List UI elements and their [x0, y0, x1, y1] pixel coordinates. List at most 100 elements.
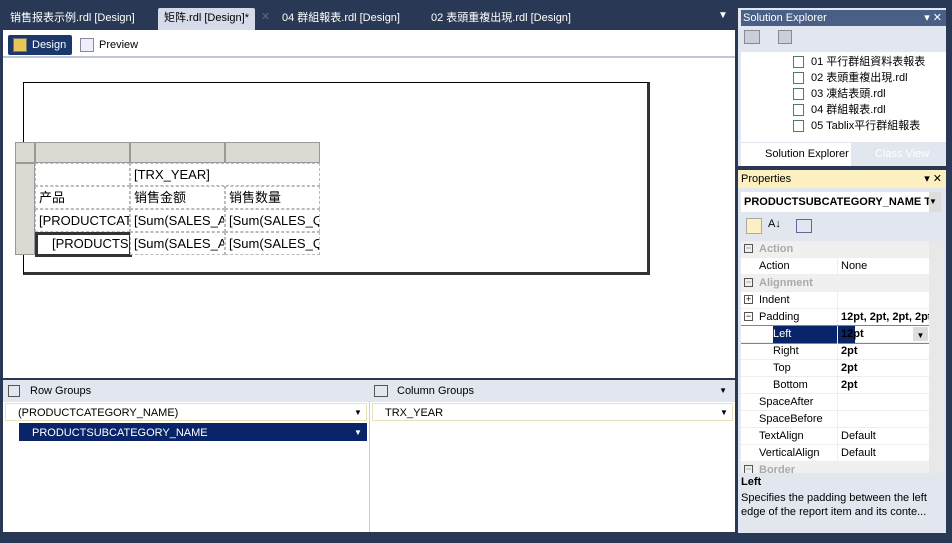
- column-group-item[interactable]: TRX_YEAR ▼: [372, 403, 733, 421]
- row-groups-header: Row Groups: [3, 380, 369, 402]
- dropdown-icon[interactable]: ▼: [350, 424, 366, 440]
- category-cell[interactable]: [PRODUCTCAT: [35, 209, 130, 232]
- file-item[interactable]: 01 平行群組資料表報表: [793, 54, 925, 70]
- property-value[interactable]: Default: [841, 428, 931, 445]
- dropdown-icon[interactable]: ▼: [716, 404, 732, 420]
- file-item[interactable]: 04 群組報表.rdl: [793, 102, 886, 118]
- close-tab-icon[interactable]: ✕: [261, 10, 270, 23]
- property-category[interactable]: − Action: [741, 241, 931, 258]
- property-row[interactable]: Left 12pt ▼: [741, 325, 931, 344]
- property-row[interactable]: TextAlign Default: [741, 428, 931, 445]
- preview-label: Preview: [99, 39, 139, 51]
- property-value[interactable]: 2pt: [841, 377, 931, 394]
- show-all-files-icon[interactable]: [778, 30, 792, 44]
- row-group-item[interactable]: (PRODUCTCATEGORY_NAME) ▼: [5, 403, 367, 421]
- property-row[interactable]: Action None: [741, 258, 931, 275]
- header-cell[interactable]: 销售金额: [130, 186, 225, 209]
- dropdown-icon[interactable]: ▼: [350, 404, 366, 420]
- collapse-icon[interactable]: −: [744, 312, 753, 321]
- title-text: Solution Explorer: [743, 12, 827, 24]
- properties-panel: Properties ▾ ✕ PRODUCTSUBCATEGORY_NAME T ▼…: [738, 170, 946, 533]
- data-cell[interactable]: [Sum(SALES_A: [130, 232, 225, 255]
- design-tab[interactable]: Design: [8, 35, 73, 55]
- data-cell[interactable]: [Sum(SALES_A: [130, 209, 225, 232]
- object-name: PRODUCTSUBCATEGORY_NAME T: [744, 196, 932, 208]
- data-cell[interactable]: [Sum(SALES_Q: [225, 232, 320, 255]
- tab-document[interactable]: 销售报表示例.rdl [Design]: [4, 8, 141, 30]
- property-description: Left Specifies the padding between the l…: [741, 476, 941, 519]
- row-group-item-selected[interactable]: PRODUCTSUBCATEGORY_NAME ▼: [19, 423, 367, 441]
- scrollbar[interactable]: [929, 241, 944, 473]
- property-row[interactable]: + Indent: [741, 292, 931, 309]
- row-groups-icon: [8, 385, 20, 397]
- group-label: PRODUCTSUBCATEGORY_NAME: [32, 427, 208, 439]
- report-file-icon: [793, 88, 804, 100]
- tab-document[interactable]: 04 群組報表.rdl [Design]: [276, 8, 406, 30]
- data-cell[interactable]: [Sum(SALES_Q: [225, 209, 320, 232]
- dropdown-icon[interactable]: ▼: [929, 192, 941, 212]
- property-name: Padding: [759, 311, 800, 323]
- column-handle[interactable]: [35, 142, 130, 163]
- property-row[interactable]: SpaceAfter: [741, 394, 931, 411]
- header-cell[interactable]: 销售数量: [225, 186, 320, 209]
- file-item[interactable]: 03 凍結表頭.rdl: [793, 86, 886, 102]
- alphabetical-icon[interactable]: A↓: [768, 218, 781, 230]
- design-icon: [13, 38, 27, 52]
- property-value[interactable]: 12pt, 2pt, 2pt, 2pt: [841, 309, 931, 326]
- subcategory-cell-selected[interactable]: [PRODUCTS: [35, 232, 132, 257]
- property-name: Alignment: [759, 277, 813, 289]
- tab-document[interactable]: 02 表頭重複出現.rdl [Design]: [425, 8, 577, 30]
- collapse-icon[interactable]: −: [744, 465, 753, 473]
- property-value[interactable]: 2pt: [841, 343, 931, 360]
- property-row[interactable]: Right 2pt: [741, 343, 931, 360]
- close-icon[interactable]: ▾ ✕: [924, 170, 942, 188]
- close-icon[interactable]: ▾ ✕: [924, 10, 942, 26]
- collapse-icon[interactable]: −: [744, 278, 753, 287]
- property-name: Action: [759, 260, 790, 272]
- corner-cell[interactable]: [35, 163, 130, 186]
- property-value[interactable]: Default: [841, 445, 931, 462]
- row-handles[interactable]: [15, 163, 35, 255]
- row-groups-title: Row Groups: [30, 385, 92, 397]
- property-category[interactable]: − Alignment: [741, 275, 931, 292]
- property-row[interactable]: − Padding 12pt, 2pt, 2pt, 2pt: [741, 309, 931, 326]
- property-value[interactable]: 2pt: [841, 360, 931, 377]
- tab-solution-explorer[interactable]: Solution Explorer: [741, 143, 851, 166]
- object-selector[interactable]: PRODUCTSUBCATEGORY_NAME T ▼: [741, 192, 941, 212]
- tab-overflow-icon[interactable]: ▼: [718, 10, 728, 21]
- collapse-icon[interactable]: −: [744, 244, 753, 253]
- expand-icon[interactable]: +: [744, 295, 753, 304]
- property-row[interactable]: Top 2pt: [741, 360, 931, 377]
- column-groups-title: Column Groups: [397, 385, 475, 397]
- header-cell[interactable]: 产品: [35, 186, 130, 209]
- tab-class-view[interactable]: Class View: [855, 143, 929, 166]
- property-category[interactable]: − Border: [741, 462, 931, 473]
- property-pages-icon[interactable]: [796, 219, 812, 233]
- tab-document[interactable]: 矩阵.rdl [Design]*: [158, 8, 255, 30]
- corner-handle[interactable]: [15, 142, 35, 163]
- column-groups-header: Column Groups ▼: [369, 380, 735, 402]
- property-name: Indent: [759, 294, 790, 306]
- property-row[interactable]: VerticalAlign Default: [741, 445, 931, 462]
- report-file-icon: [793, 56, 804, 68]
- column-handle[interactable]: [225, 142, 320, 163]
- report-file-icon: [793, 120, 804, 132]
- property-name: Right: [773, 345, 799, 357]
- tablix[interactable]: [TRX_YEAR] 产品 销售金额 销售数量 [PRODUCTCAT [Sum…: [15, 142, 321, 257]
- column-group-header[interactable]: [TRX_YEAR]: [130, 163, 320, 186]
- dropdown-icon[interactable]: ▼: [913, 327, 928, 341]
- column-handle[interactable]: [130, 142, 225, 163]
- report-designer: Design Preview [TRX_YEAR] 产品 销售金额 销售数量 […: [3, 30, 735, 378]
- property-name: SpaceBefore: [759, 413, 823, 425]
- property-row[interactable]: SpaceBefore: [741, 411, 931, 428]
- properties-icon[interactable]: [744, 30, 760, 44]
- file-item[interactable]: 05 Tablix平行群組報表: [793, 118, 920, 134]
- property-row[interactable]: Bottom 2pt: [741, 377, 931, 394]
- categorized-icon[interactable]: [746, 218, 762, 234]
- file-name: 04 群組報表.rdl: [811, 104, 886, 116]
- property-value[interactable]: None: [841, 258, 931, 275]
- preview-tab[interactable]: Preview: [75, 35, 144, 55]
- solution-explorer-panel: Solution Explorer ▾ ✕ 01 平行群組資料表報表 02 表頭重複…: [738, 8, 946, 166]
- menu-arrow-icon[interactable]: ▼: [719, 380, 727, 402]
- file-item[interactable]: 02 表頭重複出現.rdl: [793, 70, 908, 86]
